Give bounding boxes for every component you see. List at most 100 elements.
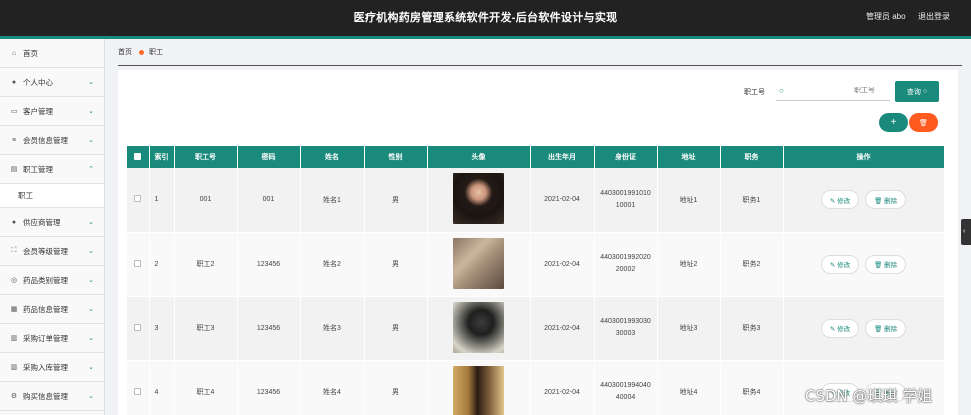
column-header[interactable]: 索引 [149, 146, 175, 168]
cell-staff-no: 职工2 [174, 232, 238, 297]
cell-avatar [427, 296, 531, 361]
edit-button[interactable]: ✎ 修改 [820, 254, 860, 274]
sidebar-item-customers[interactable]: ▭ 客户管理 ⌄ [0, 97, 104, 126]
doc-icon: ▥ [10, 364, 18, 371]
sidebar-item-home[interactable]: ⌂ 首页 [0, 39, 104, 68]
search-input[interactable] [789, 87, 885, 94]
cell-avatar [427, 232, 531, 297]
cell-index: 1 [149, 168, 175, 233]
edit-button[interactable]: ✎ 修改 [820, 190, 860, 210]
delete-button[interactable]: 🗑 删除 [865, 254, 907, 274]
sidebar-item-purchase-inbound[interactable]: ▥ 采购入库管理 ⌄ [0, 353, 104, 382]
avatar[interactable] [453, 237, 504, 289]
cell-id-card: 440300199101010001 [594, 168, 658, 233]
avatar[interactable] [453, 301, 504, 353]
cell-address: 地址3 [657, 296, 721, 361]
column-header[interactable]: 地址 [657, 146, 721, 168]
avatar[interactable] [453, 365, 504, 415]
sidebar-subitem-staff[interactable]: 职工 [0, 184, 104, 208]
chevron-down-icon: ⌄ [88, 335, 94, 342]
avatar[interactable] [453, 173, 504, 225]
breadcrumb-current: 职工 [149, 49, 163, 56]
row-select-cell [127, 360, 150, 415]
search-icon: ○ [779, 86, 784, 95]
sidebar-item-member-levels[interactable]: ⛶ 会员等级管理 ⌄ [0, 237, 104, 266]
circle-icon: ◎ [10, 277, 18, 284]
sidebar-item-drug-info[interactable]: ▦ 药品信息管理 ⌄ [0, 295, 104, 324]
chevron-down-icon: ⌄ [88, 137, 94, 144]
cell-address: 地址1 [657, 168, 721, 233]
content-panel: 职工号 ○ 查询 ○ + 🗑 索引 职工号 密码 姓名 [118, 70, 958, 415]
sidebar-item-label: 采购入库管理 [23, 362, 68, 372]
sidebar-item-label: 个人中心 [23, 77, 53, 87]
sidebar-item-suppliers[interactable]: ● 供应商管理 ⌄ [0, 208, 104, 237]
delete-button[interactable]: 🗑 删除 [865, 190, 907, 210]
breadcrumb-home[interactable]: 首页 [118, 47, 132, 57]
cell-id-card: 440300199404040004 [594, 360, 658, 415]
column-header[interactable]: 头像 [427, 146, 531, 168]
row-select-cell [127, 296, 150, 361]
row-select-cell [127, 168, 150, 233]
query-button[interactable]: 查询 ○ [895, 81, 939, 102]
chevron-down-icon: ⌄ [88, 364, 94, 371]
edit-button[interactable]: ✎ 修改 [820, 318, 860, 338]
cell-birth: 2021-02-04 [530, 168, 595, 233]
column-header[interactable]: 性别 [364, 146, 428, 168]
cell-position: 职务2 [720, 232, 784, 297]
sidebar-item-label: 采购订单管理 [23, 333, 68, 343]
expand-icon: ⛶ [11, 247, 17, 254]
cell-avatar [427, 168, 531, 233]
top-bar: 医疗机构药房管理系统软件开发-后台软件设计与实现 管理员 abo 退出登录 [0, 0, 971, 36]
row-select-cell [127, 232, 150, 297]
chevron-down-icon: ⌄ [88, 108, 94, 115]
add-button[interactable]: + [879, 113, 908, 132]
sidebar-item-members[interactable]: ≡ 会员信息管理 ⌄ [0, 126, 104, 155]
sidebar-item-label: 药品信息管理 [23, 304, 68, 314]
cell-address: 地址2 [657, 232, 721, 297]
cell-gender: 男 [364, 168, 428, 233]
sidebar-item-drug-categories[interactable]: ◎ 药品类别管理 ⌄ [0, 266, 104, 295]
home-icon: ⌂ [11, 49, 17, 57]
column-header[interactable]: 姓名 [300, 146, 365, 168]
row-checkbox[interactable] [134, 259, 142, 267]
column-header[interactable]: 出生年月 [530, 146, 595, 168]
user-icon: ● [11, 78, 17, 86]
cell-password: 123456 [237, 232, 301, 297]
batch-delete-button[interactable]: 🗑 [909, 113, 938, 132]
cell-position: 职务3 [720, 296, 784, 361]
column-header[interactable]: 职工号 [174, 146, 238, 168]
doc-icon: ▥ [10, 335, 18, 342]
sidebar-item-staff[interactable]: ▤ 职工管理 ⌃ [0, 155, 104, 184]
chevron-left-icon: ‹ [963, 228, 966, 235]
select-all-header [127, 146, 150, 168]
row-checkbox[interactable] [134, 387, 142, 395]
cell-id-card: 440300199303030003 [594, 296, 658, 361]
staff-table: 索引 职工号 密码 姓名 性别 头像 出生年月 身份证 地址 职务 操作 1 0… [127, 146, 945, 415]
list-icon: ≡ [11, 136, 17, 144]
chevron-down-icon: ⌄ [88, 219, 94, 226]
chevron-down-icon: ⌄ [88, 248, 94, 255]
sidebar-item-label: 购买信息管理 [23, 391, 68, 401]
sidebar-item-label: 客户管理 [23, 106, 53, 116]
row-checkbox[interactable] [134, 323, 142, 331]
delete-button[interactable]: 🗑 删除 [865, 318, 907, 338]
sidebar-item-purchase-orders[interactable]: ▥ 采购订单管理 ⌄ [0, 324, 104, 353]
idcard-icon: ▤ [10, 166, 18, 173]
row-checkbox[interactable] [134, 195, 142, 203]
sidebar-item-personal-center[interactable]: ● 个人中心 ⌄ [0, 68, 104, 97]
cell-avatar [427, 360, 531, 415]
logout-link[interactable]: 退出登录 [918, 11, 950, 22]
cell-birth: 2021-02-04 [530, 232, 595, 297]
sidebar-item-purchase-info[interactable]: ⚙ 购买信息管理 ⌄ [0, 382, 104, 411]
cell-index: 3 [149, 296, 175, 361]
cell-position: 职务1 [720, 168, 784, 233]
cell-position: 职务4 [720, 360, 784, 415]
column-header[interactable]: 密码 [237, 146, 301, 168]
table-row: 3 职工3 123456 姓名3 男 2021-02-04 4403001993… [127, 296, 945, 361]
column-header[interactable]: 身份证 [594, 146, 658, 168]
sidebar-item-label: 药品类别管理 [23, 275, 68, 285]
column-header[interactable]: 职务 [720, 146, 784, 168]
card-icon: ▭ [10, 108, 18, 115]
select-all-checkbox[interactable] [134, 152, 142, 160]
side-scroll-handle[interactable]: ‹ [961, 219, 971, 245]
